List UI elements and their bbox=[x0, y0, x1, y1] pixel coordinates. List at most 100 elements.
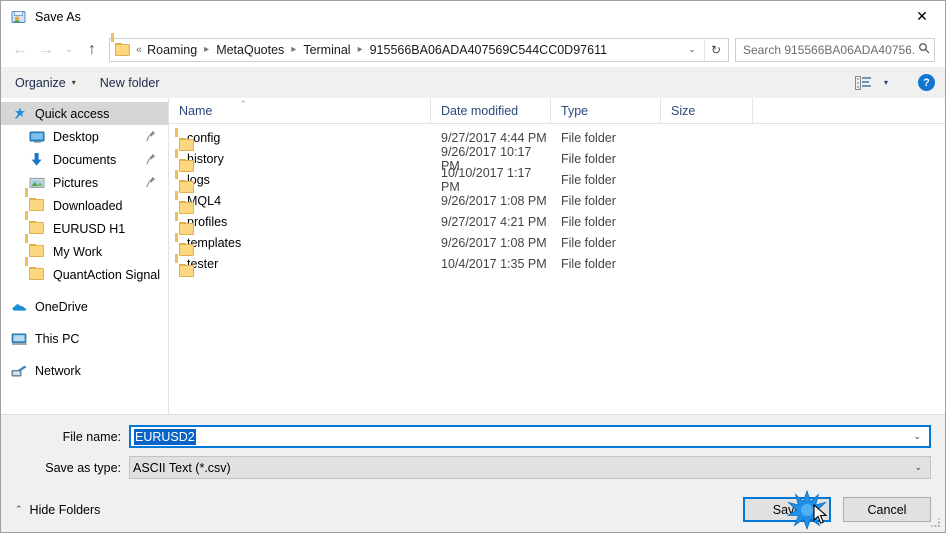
save-as-type-value: ASCII Text (*.csv) bbox=[133, 460, 231, 475]
breadcrumb-item-metaquotes[interactable]: MetaQuotes bbox=[214, 43, 286, 57]
pictures-icon bbox=[29, 175, 46, 191]
table-row[interactable]: history 9/26/2017 10:17 PM File folder bbox=[169, 145, 945, 173]
view-layout-icon[interactable] bbox=[854, 75, 872, 90]
sidebar-item-network[interactable]: Network bbox=[1, 359, 168, 382]
table-row[interactable]: MQL4 9/26/2017 1:08 PM File folder bbox=[169, 190, 945, 214]
column-header-type[interactable]: Type bbox=[551, 97, 661, 124]
chevron-up-icon: ⌃ bbox=[15, 504, 23, 514]
address-bar[interactable]: « Roaming ▸ MetaQuotes ▸ Terminal ▸ 9155… bbox=[109, 32, 729, 62]
table-row[interactable]: profiles 9/27/2017 4:21 PM File folder bbox=[169, 211, 945, 235]
table-row[interactable]: config 9/27/2017 4:44 PM File folder bbox=[169, 127, 945, 151]
column-label: Name bbox=[179, 103, 213, 118]
resize-grip[interactable] bbox=[930, 517, 942, 529]
breadcrumb-overflow[interactable]: « bbox=[135, 44, 145, 56]
column-label: Size bbox=[671, 103, 696, 118]
hide-folders-button[interactable]: ⌃ Hide Folders bbox=[15, 503, 100, 517]
this-pc-icon bbox=[11, 331, 28, 347]
column-label: Type bbox=[561, 103, 589, 118]
table-row[interactable]: tester 10/4/2017 1:35 PM File folder bbox=[169, 253, 945, 277]
column-headers: ⌃ Name Date modified Type Size bbox=[169, 97, 945, 124]
search-box[interactable]: Search 915566BA06ADA40756... bbox=[735, 37, 935, 62]
sidebar-divider bbox=[1, 350, 168, 359]
save-form: File name: EURUSD2 ⌄ Save as type: ASCII… bbox=[1, 415, 945, 487]
sidebar-item-label: Documents bbox=[53, 152, 117, 167]
save-as-type-select[interactable]: ASCII Text (*.csv) ⌄ bbox=[129, 456, 931, 479]
sidebar-item-label: OneDrive bbox=[35, 299, 88, 314]
file-name-cell: logs bbox=[169, 169, 431, 193]
chevron-down-icon[interactable]: ▾ bbox=[884, 78, 888, 87]
sidebar-item-label: Desktop bbox=[53, 129, 99, 144]
file-name-row: File name: EURUSD2 ⌄ bbox=[1, 425, 945, 448]
file-name-cell: history bbox=[169, 148, 431, 172]
file-date: 9/27/2017 4:21 PM bbox=[441, 214, 547, 229]
file-name-input[interactable]: EURUSD2 ⌄ bbox=[129, 425, 931, 448]
column-header-size[interactable]: Size bbox=[661, 97, 753, 124]
cancel-button[interactable]: Cancel bbox=[843, 497, 931, 522]
back-button[interactable]: ← bbox=[7, 37, 33, 63]
chevron-down-icon[interactable]: ⌄ bbox=[680, 44, 704, 55]
navigation-bar: ← → ⌄ ↑ « Roaming ▸ MetaQuotes ▸ Termina… bbox=[1, 32, 945, 67]
file-type: File folder bbox=[561, 256, 616, 271]
recent-locations-button[interactable]: ⌄ bbox=[59, 37, 79, 63]
dialog-body: Quick access Desktop Documents Pictures … bbox=[1, 97, 945, 415]
pin-icon bbox=[146, 130, 156, 142]
file-name-label: File name: bbox=[62, 429, 121, 444]
file-type: File folder bbox=[561, 130, 616, 145]
chevron-right-icon: ▸ bbox=[357, 44, 363, 55]
file-type: File folder bbox=[561, 151, 616, 166]
monitor-icon bbox=[29, 129, 46, 145]
file-name: templates bbox=[187, 235, 242, 250]
chevron-down-icon[interactable]: ⌄ bbox=[905, 431, 929, 442]
sidebar-item-onedrive[interactable]: OneDrive bbox=[1, 295, 168, 318]
sidebar-item-label: This PC bbox=[35, 331, 80, 346]
table-row[interactable]: templates 9/26/2017 1:08 PM File folder bbox=[169, 232, 945, 256]
navigation-pane: Quick access Desktop Documents Pictures … bbox=[1, 98, 169, 415]
save-as-dialog: Save As ✕ ← → ⌄ ↑ « Roaming ▸ MetaQuotes… bbox=[0, 0, 946, 533]
breadcrumb-item-roaming[interactable]: Roaming bbox=[145, 43, 199, 57]
documents-arrow-icon bbox=[29, 152, 46, 168]
chevron-down-icon[interactable]: ⌄ bbox=[906, 462, 930, 473]
column-header-name[interactable]: ⌃ Name bbox=[169, 97, 431, 124]
breadcrumb-item-terminal[interactable]: Terminal bbox=[301, 43, 352, 57]
sidebar-item-this-pc[interactable]: This PC bbox=[1, 327, 168, 350]
new-folder-button[interactable]: New folder bbox=[100, 76, 160, 90]
close-icon[interactable]: ✕ bbox=[899, 1, 945, 32]
organize-button[interactable]: Organize ▾ bbox=[15, 76, 76, 90]
toolbar-right-group: ▾ ? bbox=[854, 74, 935, 91]
sidebar-divider bbox=[1, 286, 168, 295]
sidebar-item-label: Quick access bbox=[35, 106, 110, 121]
search-input[interactable]: Search 915566BA06ADA40756... bbox=[743, 43, 916, 57]
file-name-cell: tester bbox=[169, 253, 431, 277]
up-button[interactable]: ↑ bbox=[79, 37, 105, 63]
chevron-right-icon: ▸ bbox=[204, 44, 210, 55]
table-row[interactable]: logs 10/10/2017 1:17 PM File folder bbox=[169, 166, 945, 194]
file-date: 9/27/2017 4:44 PM bbox=[441, 130, 547, 145]
refresh-icon[interactable]: ↻ bbox=[703, 38, 728, 61]
forward-button[interactable]: → bbox=[33, 37, 59, 63]
sidebar-item-documents[interactable]: Documents bbox=[1, 148, 168, 171]
pin-icon bbox=[146, 176, 156, 188]
column-header-date-modified[interactable]: Date modified bbox=[431, 97, 551, 124]
sidebar-item-label: Downloaded bbox=[53, 198, 123, 213]
file-name-cell: templates bbox=[169, 232, 431, 256]
sidebar-item-label: My Work bbox=[53, 244, 103, 259]
sort-ascending-icon: ⌃ bbox=[239, 98, 248, 109]
folder-icon bbox=[111, 32, 131, 57]
organize-label: Organize bbox=[15, 75, 66, 90]
help-icon[interactable]: ? bbox=[918, 74, 935, 91]
sidebar-item-quantaction-signal[interactable]: QuantAction Signal bbox=[1, 256, 168, 286]
breadcrumb-item-terminal-id[interactable]: 915566BA06ADA407569C544CC0D97611 bbox=[368, 43, 609, 57]
file-type: File folder bbox=[561, 214, 616, 229]
window-title: Save As bbox=[35, 9, 81, 24]
sidebar-item-label: Pictures bbox=[53, 175, 99, 190]
save-button[interactable]: Save bbox=[743, 497, 831, 522]
file-type: File folder bbox=[561, 172, 616, 187]
new-folder-label: New folder bbox=[99, 75, 160, 90]
sidebar-item-label: QuantAction Signal bbox=[53, 267, 161, 282]
file-name-cell: config bbox=[169, 127, 431, 151]
sidebar-item-quick-access[interactable]: Quick access bbox=[1, 102, 168, 125]
file-date: 10/4/2017 1:35 PM bbox=[441, 256, 547, 271]
sidebar-item-desktop[interactable]: Desktop bbox=[1, 125, 168, 148]
chevron-right-icon: ▸ bbox=[291, 44, 297, 55]
pin-icon bbox=[146, 153, 156, 165]
